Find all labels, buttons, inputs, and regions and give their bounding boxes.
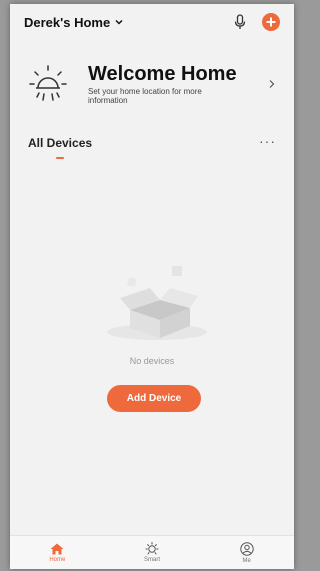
- more-icon[interactable]: ···: [259, 134, 276, 148]
- tab-smart-label: Smart: [144, 557, 161, 563]
- tab-all-devices-label: All Devices: [28, 136, 93, 150]
- app-screen: Derek's Home Welcome Home Set your home …: [10, 4, 294, 569]
- microphone-icon[interactable]: [234, 14, 246, 30]
- home-icon: [50, 543, 64, 554]
- welcome-card[interactable]: Welcome Home Set your home location for …: [10, 56, 294, 112]
- tab-all-devices[interactable]: All Devices: [28, 136, 93, 159]
- chevron-right-icon: [269, 80, 275, 88]
- tab-indicator: [56, 157, 65, 159]
- tab-smart[interactable]: Smart: [105, 536, 200, 569]
- tab-me[interactable]: Me: [199, 536, 294, 569]
- home-name: Derek's Home: [24, 14, 111, 30]
- tab-home-label: Home: [49, 556, 66, 563]
- tab-me-label: Me: [242, 557, 251, 564]
- welcome-subtitle: Set your home location for more informat…: [88, 87, 202, 105]
- header: Derek's Home: [10, 4, 294, 40]
- sun-icon: [29, 65, 67, 101]
- add-device-button[interactable]: Add Device: [107, 385, 201, 412]
- home-selector[interactable]: Derek's Home: [24, 15, 124, 30]
- welcome-title: Welcome Home: [88, 63, 237, 85]
- empty-box-icon: [107, 266, 207, 340]
- user-icon: [239, 541, 254, 556]
- devices-tabs: All Devices ···: [10, 134, 294, 162]
- empty-state-text: No devices: [129, 356, 175, 366]
- sun-icon: [145, 542, 159, 555]
- add-plus-icon[interactable]: [262, 13, 280, 31]
- bottom-tabbar: Home Smart Me: [10, 535, 294, 569]
- tab-home[interactable]: Home: [10, 536, 105, 569]
- chevron-down-icon: [115, 19, 123, 25]
